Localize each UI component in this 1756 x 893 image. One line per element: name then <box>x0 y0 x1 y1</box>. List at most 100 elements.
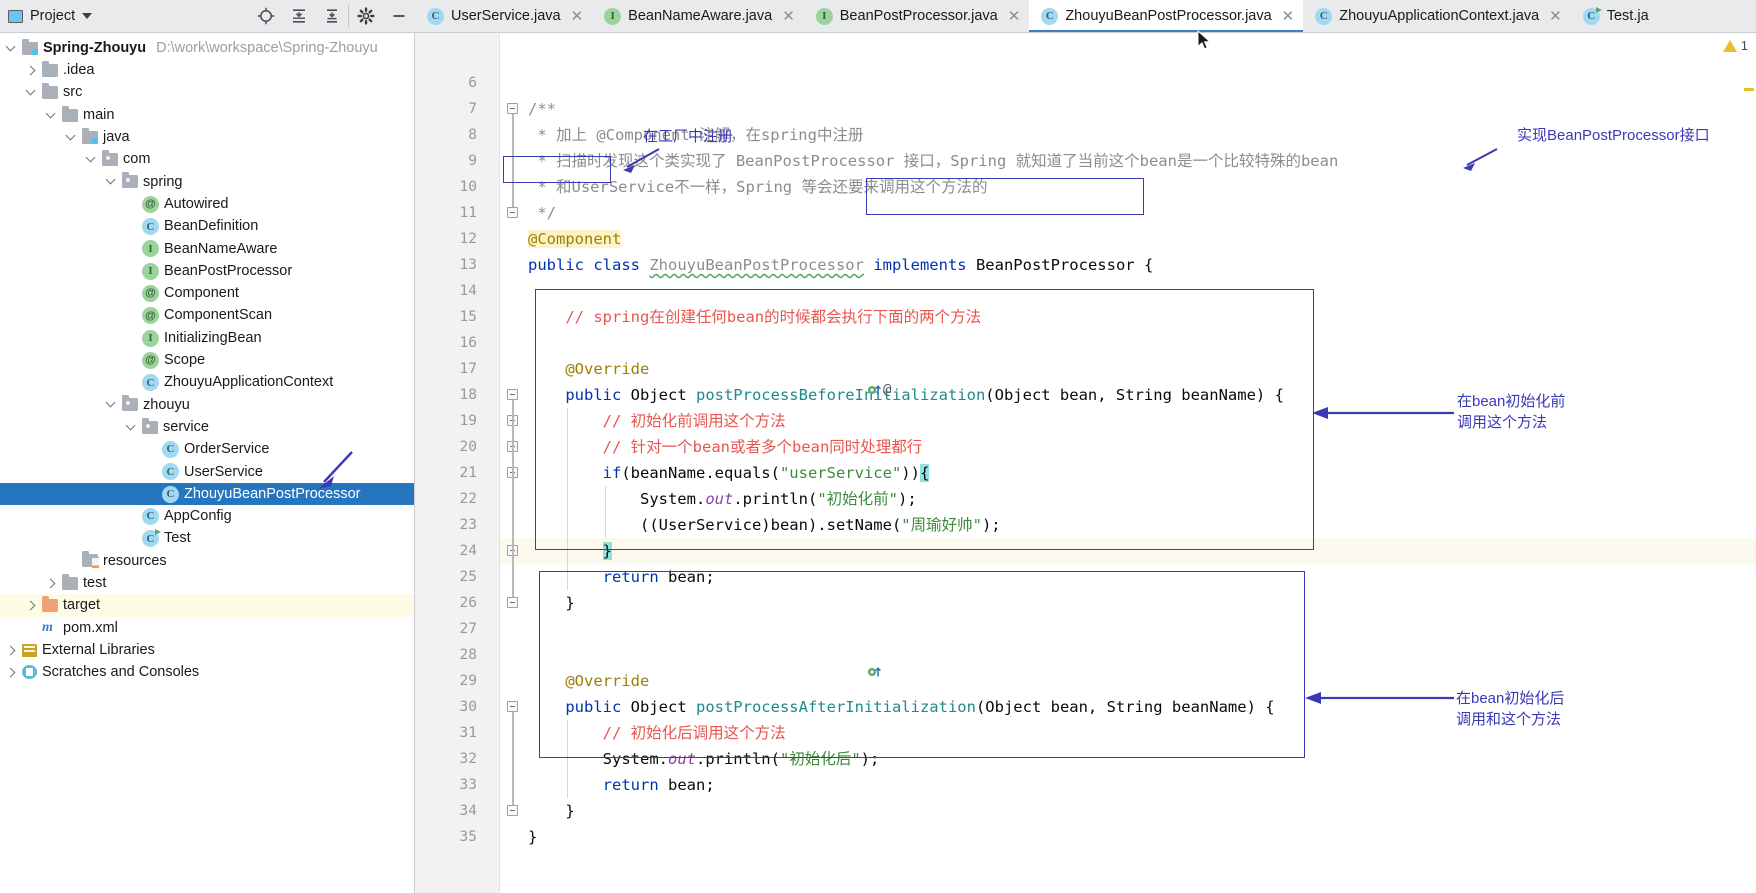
tree-node-scope[interactable]: @ Scope <box>0 349 414 371</box>
tree-node-userservice[interactable]: C UserService <box>0 461 414 483</box>
line-number-15: 15 <box>459 309 477 325</box>
code-line-17[interactable]: @Override <box>528 356 649 382</box>
code-line-34[interactable]: } <box>528 798 574 824</box>
chevron-down-icon[interactable] <box>82 13 93 19</box>
tree-node-orderservice[interactable]: C OrderService <box>0 438 414 460</box>
tree-node-test[interactable]: C Test <box>0 528 414 550</box>
code-line-21[interactable]: if(beanName.equals("userService")){ <box>528 460 930 486</box>
code-line-13[interactable]: public class ZhouyuBeanPostProcessor imp… <box>528 252 1153 278</box>
tree-node-src[interactable]: src <box>0 82 414 104</box>
project-panel-title[interactable]: Project <box>0 8 93 24</box>
code-line-24[interactable]: } <box>528 538 612 564</box>
tree-node--idea[interactable]: .idea <box>0 59 414 81</box>
line-number-33: 33 <box>459 777 477 793</box>
tree-node-java[interactable]: java <box>0 126 414 148</box>
chevron-open-icon[interactable] <box>66 132 77 143</box>
hide-panel-icon[interactable] <box>382 0 415 33</box>
close-icon[interactable]: ✕ <box>571 8 584 24</box>
override-gutter-mark-29[interactable] <box>867 664 883 683</box>
code-line-15[interactable]: // spring在创建任何bean的时候都会执行下面的两个方法 <box>528 304 981 330</box>
close-icon[interactable]: ✕ <box>1008 8 1021 24</box>
code-line-25[interactable]: return bean; <box>528 564 715 590</box>
fold-marker-26[interactable] <box>507 597 518 608</box>
code-line-18[interactable]: public Object postProcessBeforeInitializ… <box>528 382 1284 408</box>
code-line-26[interactable]: } <box>528 590 574 616</box>
code-line-12[interactable]: @Component <box>528 226 622 252</box>
editor-tab-BeanPostProcessor-java[interactable]: I BeanPostProcessor.java ✕ <box>804 0 1030 32</box>
tree-node-initializingbean[interactable]: I InitializingBean <box>0 327 414 349</box>
code-line-30[interactable]: public Object postProcessAfterInitializa… <box>528 694 1274 720</box>
editor-tab-Test-ja[interactable]: C Test.ja <box>1571 0 1658 32</box>
close-icon[interactable]: ✕ <box>1282 8 1295 24</box>
code-editor[interactable]: 6 7/** 8 * 加上 @Component 注解，在spring中注册 9 * … <box>415 33 1756 893</box>
tree-node-external-libraries[interactable]: External Libraries <box>0 639 414 661</box>
code-line-20[interactable]: // 针对一个bean或者多个bean同时处理都行 <box>528 434 923 460</box>
close-icon[interactable]: ✕ <box>782 8 795 24</box>
editor-tab-ZhouyuBeanPostProcessor-java[interactable]: C ZhouyuBeanPostProcessor.java ✕ <box>1029 0 1304 32</box>
chevron-open-icon[interactable] <box>126 422 137 433</box>
code-line-23[interactable]: ((UserService)bean).setName("周瑜好帅"); <box>528 512 1001 538</box>
line-number-6: 6 <box>468 75 477 91</box>
tree-node-componentscan[interactable]: @ ComponentScan <box>0 305 414 327</box>
tree-node-beannameaware[interactable]: I BeanNameAware <box>0 238 414 260</box>
code-line-32[interactable]: System.out.println("初始化后"); <box>528 746 880 772</box>
chevron-open-icon[interactable] <box>106 176 117 187</box>
fold-marker-11[interactable] <box>507 207 518 218</box>
tree-node-resources[interactable]: resources <box>0 550 414 572</box>
chevron-open-icon[interactable] <box>86 154 97 165</box>
tree-node-label: .idea <box>63 62 95 79</box>
code-line-35[interactable]: } <box>528 824 537 850</box>
tree-node-spring-zhouyu[interactable]: Spring-Zhouyu D:\work\workspace\Spring-Zh… <box>0 37 414 59</box>
tree-node-label: main <box>83 106 115 123</box>
chevron-closed-icon[interactable] <box>26 65 37 76</box>
override-gutter-mark-18[interactable] <box>867 382 883 401</box>
tree-node-zhouyu[interactable]: zhouyu <box>0 394 414 416</box>
tree-node-main[interactable]: main <box>0 104 414 126</box>
inspection-warning-widget[interactable]: 1 <box>1722 38 1748 53</box>
tree-node-test[interactable]: test <box>0 572 414 594</box>
tree-node-beanpostprocessor[interactable]: I BeanPostProcessor <box>0 260 414 282</box>
tree-node-component[interactable]: @ Component <box>0 282 414 304</box>
collapse-all-icon[interactable] <box>315 0 348 33</box>
tree-node-com[interactable]: com <box>0 148 414 170</box>
tree-node-autowired[interactable]: @ Autowired <box>0 193 414 215</box>
chevron-closed-icon[interactable] <box>6 667 17 678</box>
scrollbar-warning-mark[interactable] <box>1744 88 1754 91</box>
code-line-29[interactable]: @Override <box>528 668 649 694</box>
tree-node-beandefinition[interactable]: C BeanDefinition <box>0 215 414 237</box>
code-line-22[interactable]: System.out.println("初始化前"); <box>528 486 917 512</box>
chevron-closed-icon[interactable] <box>26 600 37 611</box>
fold-marker-18[interactable] <box>507 389 518 400</box>
fold-marker-34[interactable] <box>507 805 518 816</box>
chevron-open-icon[interactable] <box>106 399 117 410</box>
close-icon[interactable]: ✕ <box>1549 8 1562 24</box>
code-line-33[interactable]: return bean; <box>528 772 715 798</box>
chevron-closed-icon[interactable] <box>46 578 57 589</box>
chevron-open-icon[interactable] <box>46 110 57 121</box>
class-icon: C <box>162 440 179 458</box>
editor-tab-ZhouyuApplicationContext-java[interactable]: C ZhouyuApplicationContext.java ✕ <box>1303 0 1570 32</box>
chevron-open-icon[interactable] <box>6 43 17 54</box>
tree-node-zhouyubeanpostprocessor[interactable]: C ZhouyuBeanPostProcessor <box>0 482 414 506</box>
chevron-open-icon[interactable] <box>26 87 37 98</box>
line-number-11: 11 <box>459 205 477 221</box>
code-line-10[interactable]: * 和UserService不一样，Spring 等会还要来调用这个方法的 <box>528 174 987 200</box>
gear-icon[interactable] <box>349 0 382 33</box>
tree-node-service[interactable]: service <box>0 416 414 438</box>
tree-node-zhouyuapplicationcontext[interactable]: C ZhouyuApplicationContext <box>0 371 414 393</box>
tree-node-spring[interactable]: spring <box>0 171 414 193</box>
code-line-7[interactable]: /** <box>528 96 556 122</box>
expand-all-icon[interactable] <box>282 0 315 33</box>
tree-node-appconfig[interactable]: C AppConfig <box>0 505 414 527</box>
editor-tab-BeanNameAware-java[interactable]: I BeanNameAware.java ✕ <box>592 0 804 32</box>
fold-marker-30[interactable] <box>507 701 518 712</box>
fold-marker-7[interactable] <box>507 103 518 114</box>
code-line-11[interactable]: */ <box>528 200 556 226</box>
tree-node-pom-xml[interactable]: m pom.xml <box>0 617 414 639</box>
locate-icon[interactable] <box>249 0 282 33</box>
tree-node-scratches-and-consoles[interactable]: Scratches and Consoles <box>0 661 414 683</box>
tree-node-target[interactable]: target <box>0 594 414 617</box>
chevron-closed-icon[interactable] <box>6 645 17 656</box>
editor-tab-UserService-java[interactable]: C UserService.java ✕ <box>415 0 592 32</box>
